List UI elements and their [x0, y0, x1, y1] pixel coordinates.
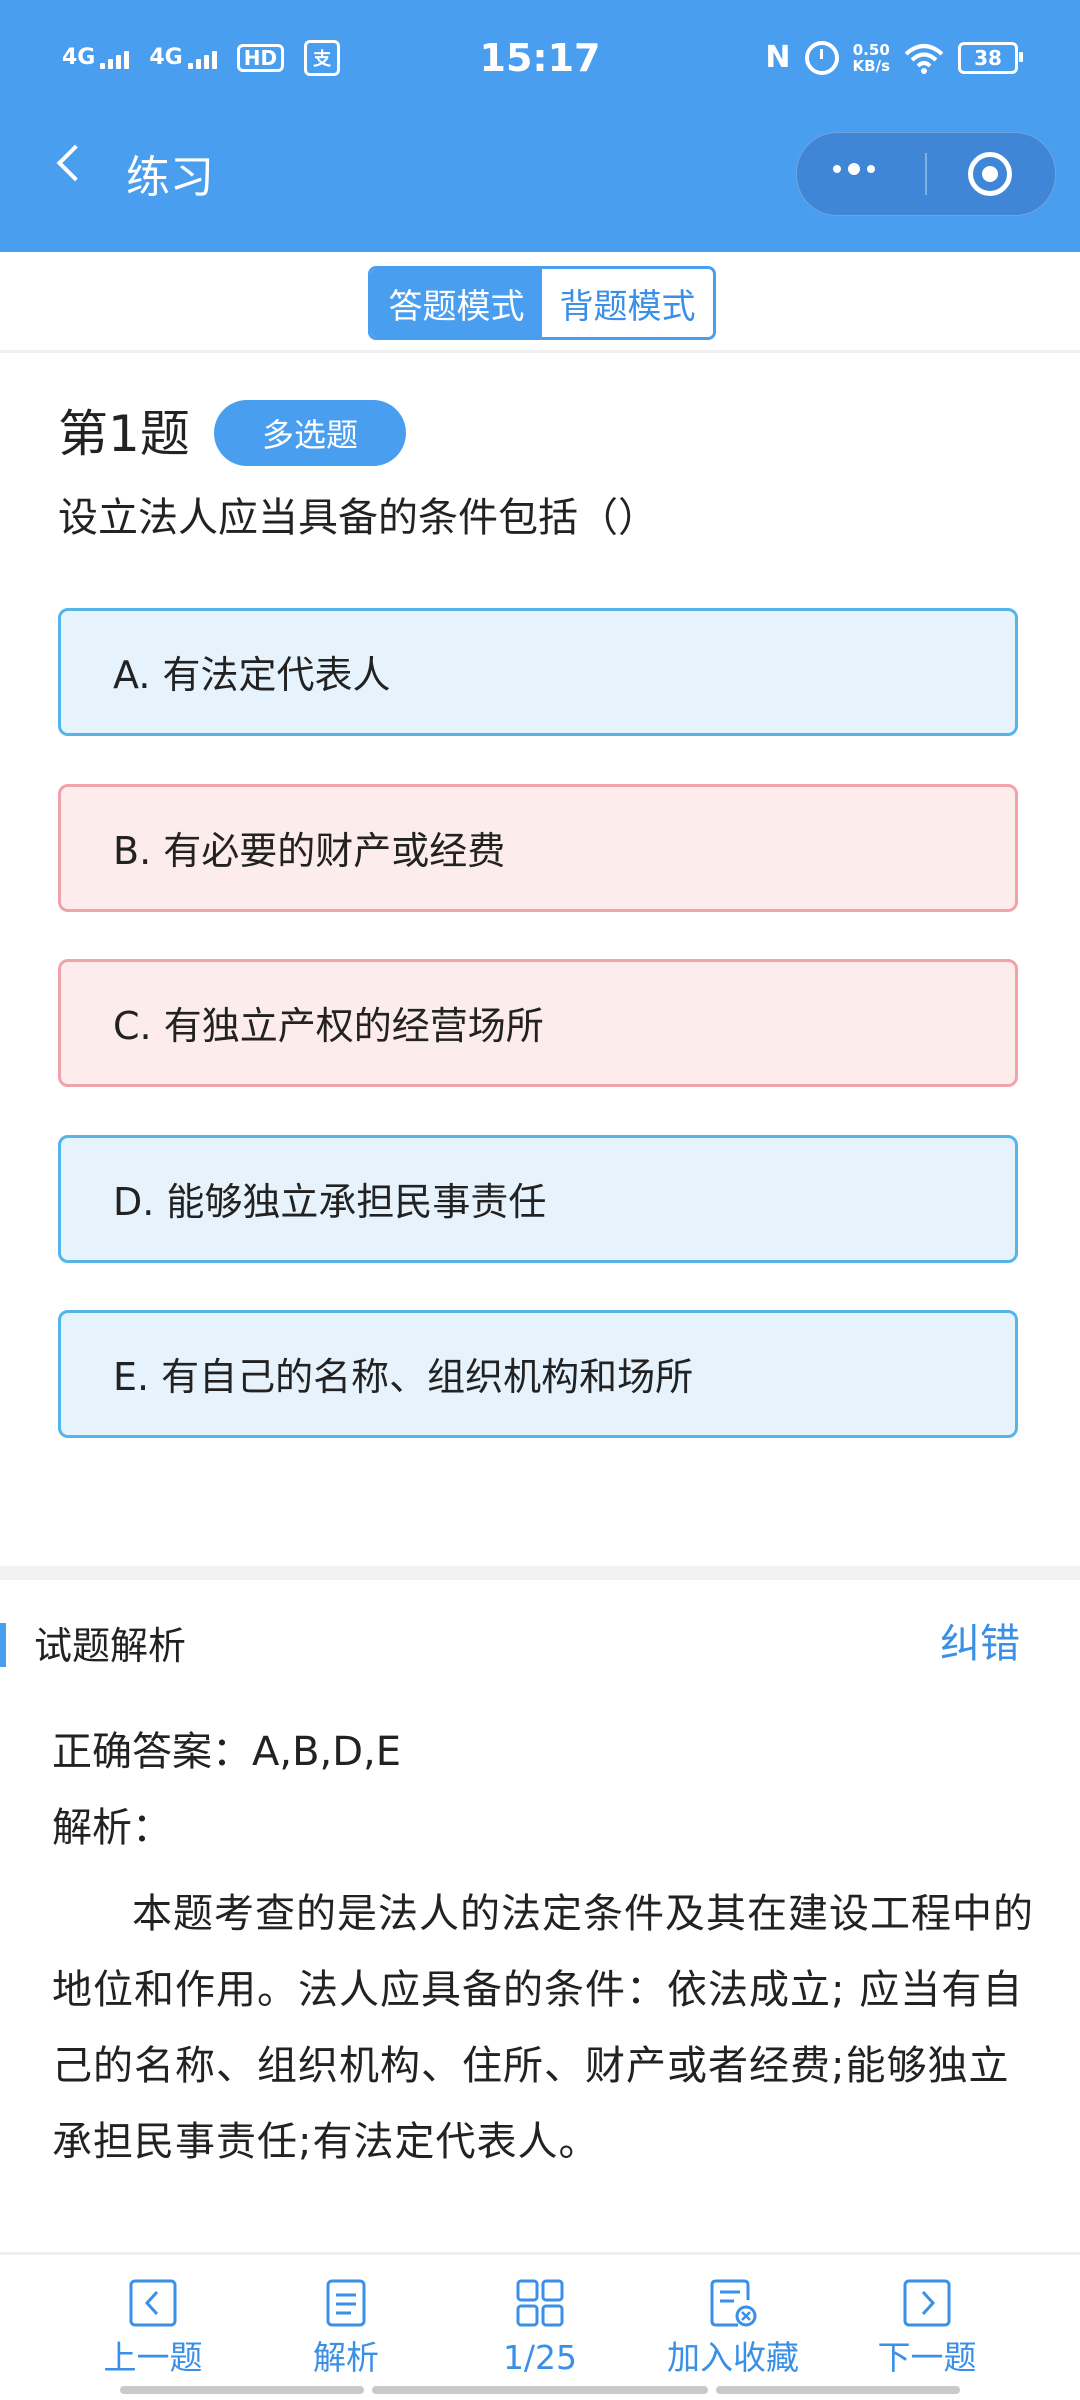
speed-unit: KB/s — [852, 56, 890, 75]
close-target-icon[interactable] — [968, 152, 1012, 196]
more-icon[interactable] — [833, 163, 875, 175]
status-icons-right: N 0.50 KB/s 38 — [765, 40, 1023, 75]
mode-switch: 答题模式 背题模式 — [368, 266, 716, 340]
option-b[interactable]: B. 有必要的财产或经费 — [58, 784, 1018, 912]
report-error-link[interactable]: 纠错 — [940, 1616, 1020, 1672]
scroll-indicator — [120, 2386, 364, 2394]
mini-program-capsule — [796, 132, 1056, 216]
section-accent-bar — [0, 1623, 6, 1667]
favorite-list-icon — [710, 2279, 757, 2327]
nfc-icon: N — [765, 40, 791, 75]
add-favorite-button[interactable]: 加入收藏 — [633, 2278, 833, 2378]
analysis-button[interactable]: 解析 — [246, 2278, 446, 2378]
divider — [0, 350, 1080, 353]
tab-answer-mode[interactable]: 答题模式 — [371, 269, 542, 337]
section-divider — [0, 1566, 1080, 1580]
document-icon — [326, 2279, 366, 2327]
alarm-icon — [804, 40, 839, 75]
scroll-indicator — [716, 2386, 960, 2394]
add-favorite-label: 加入收藏 — [667, 2338, 799, 2377]
back-icon[interactable] — [56, 144, 94, 182]
speed-value: 0.50 — [852, 40, 890, 59]
analysis-title: 试题解析 — [34, 1624, 187, 1668]
question-number: 第1题 — [58, 405, 190, 463]
prev-question-label: 上一题 — [103, 2338, 203, 2377]
network-speed: 0.50 KB/s — [853, 42, 890, 74]
analysis-text: 本题考查的是法人的法定条件及其在建设工程中的地位和作用。法人应具备的条件：依法成… — [52, 1891, 1034, 2165]
capsule-divider — [925, 153, 927, 195]
grid-icon — [516, 2279, 564, 2327]
analysis-label-nav: 解析 — [313, 2338, 379, 2377]
option-c[interactable]: C. 有独立产权的经营场所 — [58, 959, 1018, 1087]
prev-question-button[interactable]: 上一题 — [53, 2278, 253, 2378]
tab-review-mode[interactable]: 背题模式 — [542, 269, 713, 337]
next-question-label: 下一题 — [877, 2338, 977, 2377]
option-e[interactable]: E. 有自己的名称、组织机构和场所 — [58, 1310, 1018, 1438]
battery-icon: 38 — [958, 41, 1023, 74]
chevron-left-icon — [129, 2279, 177, 2327]
option-a[interactable]: A. 有法定代表人 — [58, 608, 1018, 736]
bottom-divider — [0, 2252, 1080, 2255]
next-question-button[interactable]: 下一题 — [827, 2278, 1027, 2378]
page-title: 练习 — [126, 152, 214, 203]
analysis-label: 解析： — [52, 1805, 172, 1851]
option-d[interactable]: D. 能够独立承担民事责任 — [58, 1135, 1018, 1263]
question-type-badge: 多选题 — [214, 400, 406, 466]
question-stem: 设立法人应当具备的条件包括（） — [58, 495, 658, 541]
correct-answer: 正确答案：A,B,D,E — [52, 1729, 402, 1775]
chevron-right-icon — [903, 2279, 951, 2327]
scroll-indicator — [372, 2386, 708, 2394]
wifi-icon — [904, 43, 944, 74]
top-bar: 4G 4G HD 支 15:17 N 0.50 KB/s 38 练习 — [0, 0, 1080, 252]
progress-counter: 1/25 — [502, 2338, 578, 2377]
question-list-button[interactable]: 1/25 — [440, 2278, 640, 2378]
